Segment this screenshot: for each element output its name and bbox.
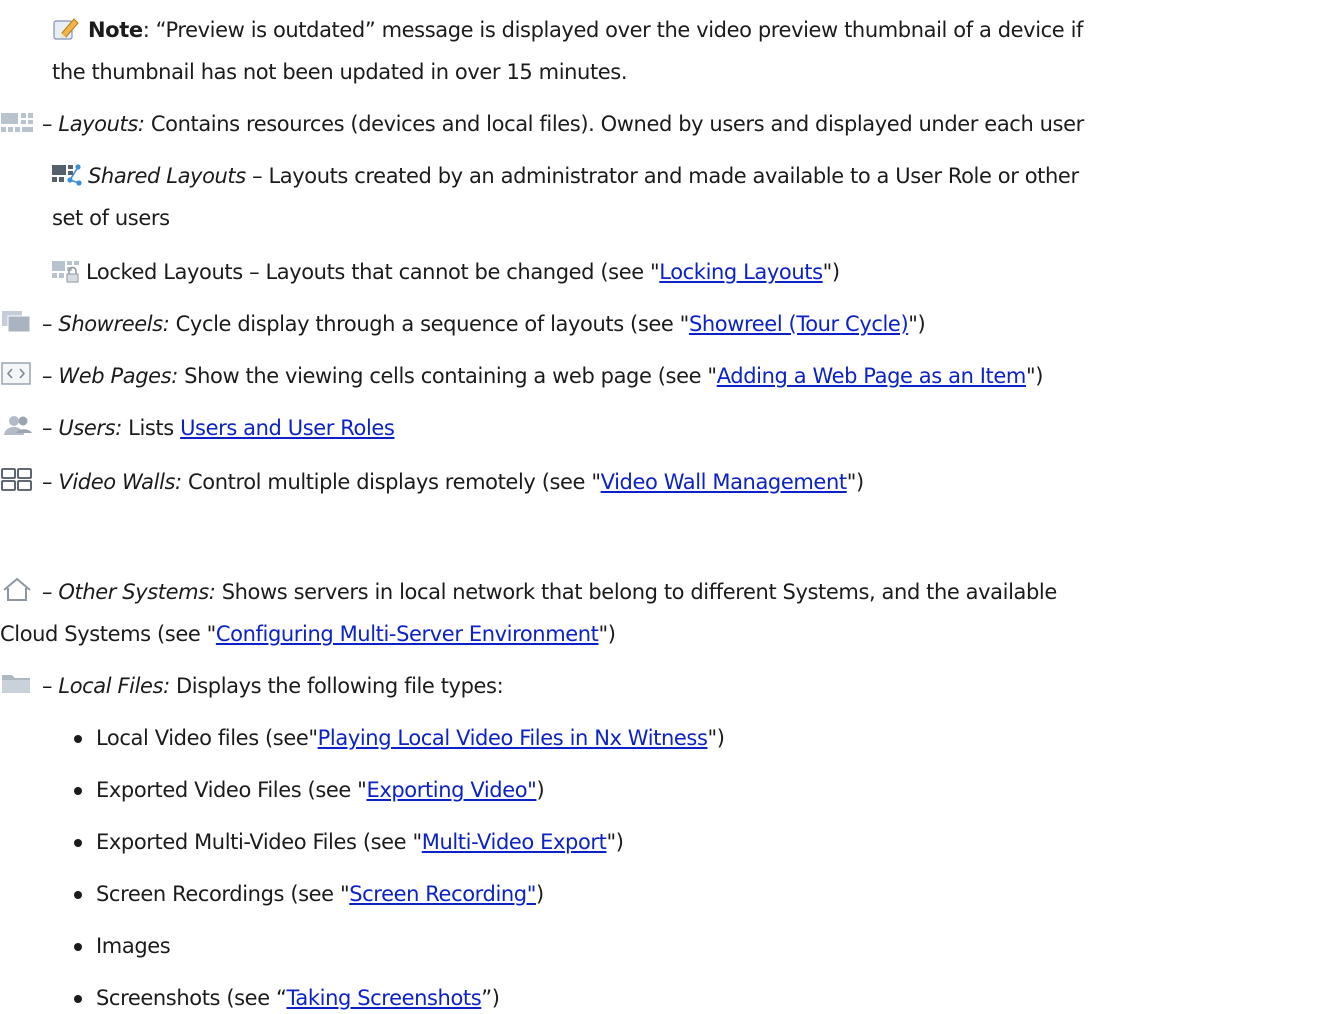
- dash: –: [42, 112, 59, 136]
- dash: –: [42, 364, 59, 388]
- note-line-2: the thumbnail has not been updated in ov…: [52, 60, 628, 84]
- closing-quote: "): [1025, 364, 1044, 388]
- shared-layouts-line-2: set of users: [52, 206, 170, 230]
- shared-layouts-title: Shared Layouts: [88, 164, 246, 188]
- dash: –: [42, 470, 59, 494]
- closing-quote: ): [536, 778, 545, 802]
- users-row: – Users: Lists Users and User Roles: [0, 412, 395, 448]
- list-item: Exported Video Files (see "Exporting Vid…: [73, 774, 545, 806]
- showreel-link[interactable]: Showreel (Tour Cycle): [689, 312, 909, 336]
- list-item: Exported Multi-Video Files (see "Multi-V…: [74, 826, 624, 858]
- multi-server-link[interactable]: Configuring Multi-Server Environment: [216, 622, 599, 646]
- layouts-icon: [0, 111, 34, 144]
- list-item-text: Exported Video Files (see ": [96, 778, 367, 802]
- users-text: Lists: [121, 416, 181, 440]
- list-item-text: Local Video files (see": [96, 726, 318, 750]
- locked-layouts-icon: [52, 259, 80, 292]
- closing-quote: "): [606, 830, 624, 854]
- adding-web-page-link[interactable]: Adding a Web Page as an Item: [717, 364, 1027, 388]
- closing-quote: "): [846, 470, 864, 494]
- layouts-row: – Layouts: Contains resources (devices a…: [0, 108, 1084, 144]
- locked-layouts-text: Locked Layouts – Layouts that cannot be …: [86, 260, 660, 284]
- users-title: Users:: [58, 416, 122, 440]
- local-files-title: Local Files:: [58, 674, 170, 698]
- closing-quote: "): [598, 622, 616, 646]
- shared-layouts-text: – Layouts created by an administrator an…: [245, 164, 1079, 188]
- list-item-text: Screenshots (see “: [96, 986, 287, 1010]
- video-walls-title: Video Walls:: [58, 470, 182, 494]
- note-text: : “Preview is outdated” message is displ…: [142, 18, 1084, 42]
- showreels-title: Showreels:: [58, 312, 170, 336]
- showreels-icon: [0, 309, 34, 344]
- local-files-text: Displays the following file types:: [169, 674, 504, 698]
- local-video-link[interactable]: Playing Local Video Files in Nx Witness: [318, 726, 708, 750]
- shared-layouts-icon: [52, 163, 82, 196]
- other-systems-text: Shows servers in local network that belo…: [215, 580, 1058, 604]
- locked-layouts-row: Locked Layouts – Layouts that cannot be …: [52, 256, 840, 292]
- list-item-text: Images: [96, 934, 171, 958]
- list-item-text: Exported Multi-Video Files (see ": [96, 830, 422, 854]
- multi-video-export-link[interactable]: Multi-Video Export: [422, 830, 607, 854]
- dash: –: [42, 580, 59, 604]
- users-icon: [0, 413, 34, 448]
- video-walls-text: Control multiple displays remotely (see …: [181, 470, 601, 494]
- video-walls-row: – Video Walls: Control multiple displays…: [0, 466, 864, 502]
- list-item: Screen Recordings (see "Screen Recording…: [74, 878, 544, 910]
- other-systems-text-2: Cloud Systems (see ": [0, 622, 216, 646]
- list-item: Images: [73, 930, 171, 962]
- note-line-1: Note: “Preview is outdated” message is d…: [52, 14, 1083, 50]
- taking-screenshots-link[interactable]: Taking Screenshots: [286, 986, 481, 1010]
- closing-quote: "): [908, 312, 926, 336]
- folder-icon: [0, 671, 34, 706]
- showreels-text: Cycle display through a sequence of layo…: [169, 312, 690, 336]
- shared-layouts-row: Shared Layouts – Layouts created by an a…: [52, 160, 1079, 196]
- list-item-text: Screen Recordings (see ": [96, 882, 350, 906]
- closing-quote: "): [822, 260, 840, 284]
- dash: –: [42, 674, 59, 698]
- list-item: Screenshots (see “Taking Screenshots”): [74, 982, 500, 1014]
- locking-layouts-link[interactable]: Locking Layouts: [659, 260, 823, 284]
- other-systems-row: – Other Systems: Shows servers in local …: [0, 576, 1057, 612]
- web-pages-row: – Web Pages: Show the viewing cells cont…: [0, 360, 1043, 396]
- exporting-video-link[interactable]: Exporting Video": [366, 778, 536, 802]
- note-label: Note: [88, 18, 143, 42]
- web-pages-text: Show the viewing cells containing a web …: [177, 364, 717, 388]
- screen-recording-link[interactable]: Screen Recording": [349, 882, 536, 906]
- users-and-roles-link[interactable]: Users and User Roles: [180, 416, 395, 440]
- dash: –: [42, 312, 59, 336]
- web-page-icon: [0, 361, 34, 396]
- closing-quote: ”): [481, 986, 500, 1010]
- layouts-text: Contains resources (devices and local fi…: [144, 112, 1084, 136]
- other-systems-title: Other Systems:: [58, 580, 216, 604]
- showreels-row: – Showreels: Cycle display through a seq…: [0, 308, 926, 344]
- dash: –: [42, 416, 59, 440]
- layouts-title: Layouts:: [58, 112, 145, 136]
- closing-quote: ): [536, 882, 544, 906]
- list-item: Local Video files (see"Playing Local Vid…: [74, 722, 725, 754]
- video-wall-management-link[interactable]: Video Wall Management: [601, 470, 847, 494]
- web-pages-title: Web Pages:: [58, 364, 178, 388]
- note-pencil-icon: [52, 15, 80, 50]
- other-systems-line-2: Cloud Systems (see "Configuring Multi-Se…: [0, 618, 616, 650]
- closing-quote: "): [707, 726, 725, 750]
- local-files-row: – Local Files: Displays the following fi…: [0, 670, 504, 706]
- house-icon: [0, 577, 34, 612]
- video-wall-icon: [0, 467, 34, 502]
